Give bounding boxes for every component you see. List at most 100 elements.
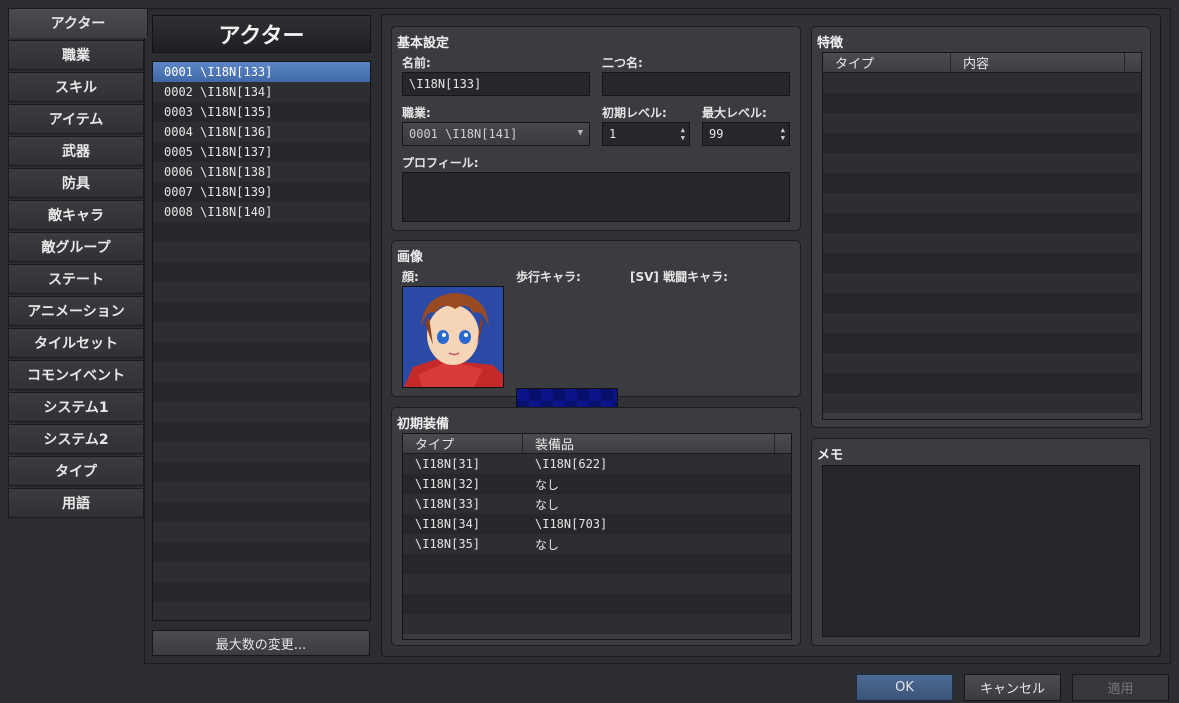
apply-button[interactable]: 適用 <box>1072 674 1169 701</box>
tab-7[interactable]: 敵グループ <box>8 232 144 262</box>
table-row[interactable]: \I18N[34] \I18N[703] <box>403 514 791 534</box>
equipment-table-body: \I18N[31] \I18N[622] \I18N[32] なし \I18N[33] な… <box>403 454 791 634</box>
table-row[interactable]: \I18N[35] なし <box>403 534 791 554</box>
tab-14[interactable]: タイプ <box>8 456 144 486</box>
tab-3[interactable]: アイテム <box>8 104 144 134</box>
equip-type-cell: \I18N[35] <box>415 537 481 551</box>
list-stripe <box>153 262 370 282</box>
max-level-spinner[interactable]: 99 ▲ ▼ <box>702 122 790 146</box>
profile-label: プロフィール: <box>402 156 479 170</box>
list-item[interactable]: 0001 \I18N[133] <box>153 62 370 82</box>
spin-arrows-icon[interactable]: ▲ ▼ <box>781 126 785 142</box>
table-row[interactable] <box>823 233 1141 253</box>
list-items: 0001 \I18N[133] 0002 \I18N[134] 0003 \I18N… <box>153 62 370 222</box>
memo-textarea[interactable] <box>822 465 1140 637</box>
list-stripe <box>153 502 370 522</box>
table-row[interactable] <box>823 133 1141 153</box>
tab-6[interactable]: 敵キャラ <box>8 200 144 230</box>
table-row[interactable] <box>823 93 1141 113</box>
table-row[interactable]: \I18N[32] なし <box>403 474 791 494</box>
name-input[interactable]: \I18N[133] <box>402 72 590 96</box>
equip-item-cell: なし <box>535 497 560 512</box>
profile-textarea[interactable] <box>402 172 790 222</box>
header-spacer <box>1125 53 1141 72</box>
list-item[interactable]: 0005 \I18N[137] <box>153 142 370 162</box>
tab-2[interactable]: スキル <box>8 72 144 102</box>
ok-button[interactable]: OK <box>856 674 953 701</box>
table-row[interactable] <box>403 574 791 594</box>
tab-10[interactable]: タイルセット <box>8 328 144 358</box>
table-row[interactable] <box>823 313 1141 333</box>
table-row[interactable] <box>823 373 1141 393</box>
col-type-header[interactable]: タイプ <box>403 434 523 453</box>
tab-9[interactable]: アニメーション <box>8 296 144 326</box>
tab-11[interactable]: コモンイベント <box>8 360 144 390</box>
class-select[interactable]: 0001 \I18N[141] ▼ <box>402 122 590 146</box>
equip-item-cell: なし <box>535 477 560 492</box>
table-row[interactable] <box>823 173 1141 193</box>
table-row[interactable]: \I18N[31] \I18N[622] <box>403 454 791 474</box>
col-item-header[interactable]: 装備品 <box>523 434 775 453</box>
list-item[interactable]: 0008 \I18N[140] <box>153 202 370 222</box>
battler-label: [SV] 戦闘キャラ: <box>630 270 728 284</box>
header-spacer <box>775 434 791 453</box>
images-group: 画像 顔: 歩行キャラ: [SV] 戦闘キャラ: <box>391 240 801 592</box>
tab-4[interactable]: 武器 <box>8 136 144 166</box>
equip-type-cell: \I18N[34] <box>415 517 481 531</box>
list-stripe <box>153 242 370 262</box>
equipment-table[interactable]: タイプ 装備品 \I18N[31] \I18N[622] \I18N[32] なし \I… <box>402 433 792 640</box>
traits-col-content-header[interactable]: 内容 <box>951 53 1125 72</box>
list-item[interactable]: 0006 \I18N[138] <box>153 162 370 182</box>
list-stripe <box>153 342 370 362</box>
list-stripe <box>153 282 370 302</box>
initial-level-spinner[interactable]: 1 ▲ ▼ <box>602 122 690 146</box>
images-title: 画像 <box>397 250 424 265</box>
equipment-title: 初期装備 <box>397 417 450 432</box>
cancel-button[interactable]: キャンセル <box>964 674 1061 701</box>
table-row[interactable] <box>823 73 1141 93</box>
table-row[interactable] <box>823 293 1141 313</box>
table-row[interactable]: \I18N[33] なし <box>403 494 791 514</box>
list-stripe <box>153 222 370 242</box>
table-row[interactable] <box>403 614 791 634</box>
list-item[interactable]: 0003 \I18N[135] <box>153 102 370 122</box>
table-row[interactable] <box>403 594 791 614</box>
tab-15[interactable]: 用語 <box>8 488 144 518</box>
list-stripe <box>153 442 370 462</box>
class-label: 職業: <box>402 106 431 120</box>
equip-type-cell: \I18N[31] <box>415 457 481 471</box>
list-stripe <box>153 562 370 582</box>
spin-arrows-icon[interactable]: ▲ ▼ <box>681 126 685 142</box>
change-max-button[interactable]: 最大数の変更... <box>152 630 370 656</box>
tab-1[interactable]: 職業 <box>8 40 144 70</box>
initial-level-value: 1 <box>609 127 617 141</box>
tab-5[interactable]: 防具 <box>8 168 144 198</box>
database-tabs: アクター 職業 スキル アイテム 武器 防具 敵キャラ 敵グループ ステート アニメーション タイル… <box>8 8 148 520</box>
list-item[interactable]: 0002 \I18N[134] <box>153 82 370 102</box>
list-stripe <box>153 602 370 620</box>
table-row[interactable] <box>823 193 1141 213</box>
traits-col-type-header[interactable]: タイプ <box>823 53 951 72</box>
tab-12[interactable]: システム1 <box>8 392 144 422</box>
table-row[interactable] <box>823 253 1141 273</box>
face-image[interactable] <box>402 286 504 388</box>
table-row[interactable] <box>823 353 1141 373</box>
actor-list[interactable]: 0001 \I18N[133] 0002 \I18N[134] 0003 \I18N… <box>152 61 371 621</box>
table-row[interactable] <box>823 113 1141 133</box>
table-row[interactable] <box>403 554 791 574</box>
table-row[interactable] <box>823 213 1141 233</box>
nickname-input[interactable] <box>602 72 790 96</box>
tab-8[interactable]: ステート <box>8 264 144 294</box>
tab-0[interactable]: アクター <box>8 8 148 38</box>
table-row[interactable] <box>823 273 1141 293</box>
table-row[interactable] <box>823 333 1141 353</box>
traits-table-body <box>823 73 1141 413</box>
table-row[interactable] <box>823 393 1141 413</box>
list-stripe <box>153 482 370 502</box>
list-item[interactable]: 0004 \I18N[136] <box>153 122 370 142</box>
memo-title: メモ <box>817 448 844 463</box>
list-item[interactable]: 0007 \I18N[139] <box>153 182 370 202</box>
tab-13[interactable]: システム2 <box>8 424 144 454</box>
traits-table[interactable]: タイプ 内容 <box>822 52 1142 420</box>
table-row[interactable] <box>823 153 1141 173</box>
